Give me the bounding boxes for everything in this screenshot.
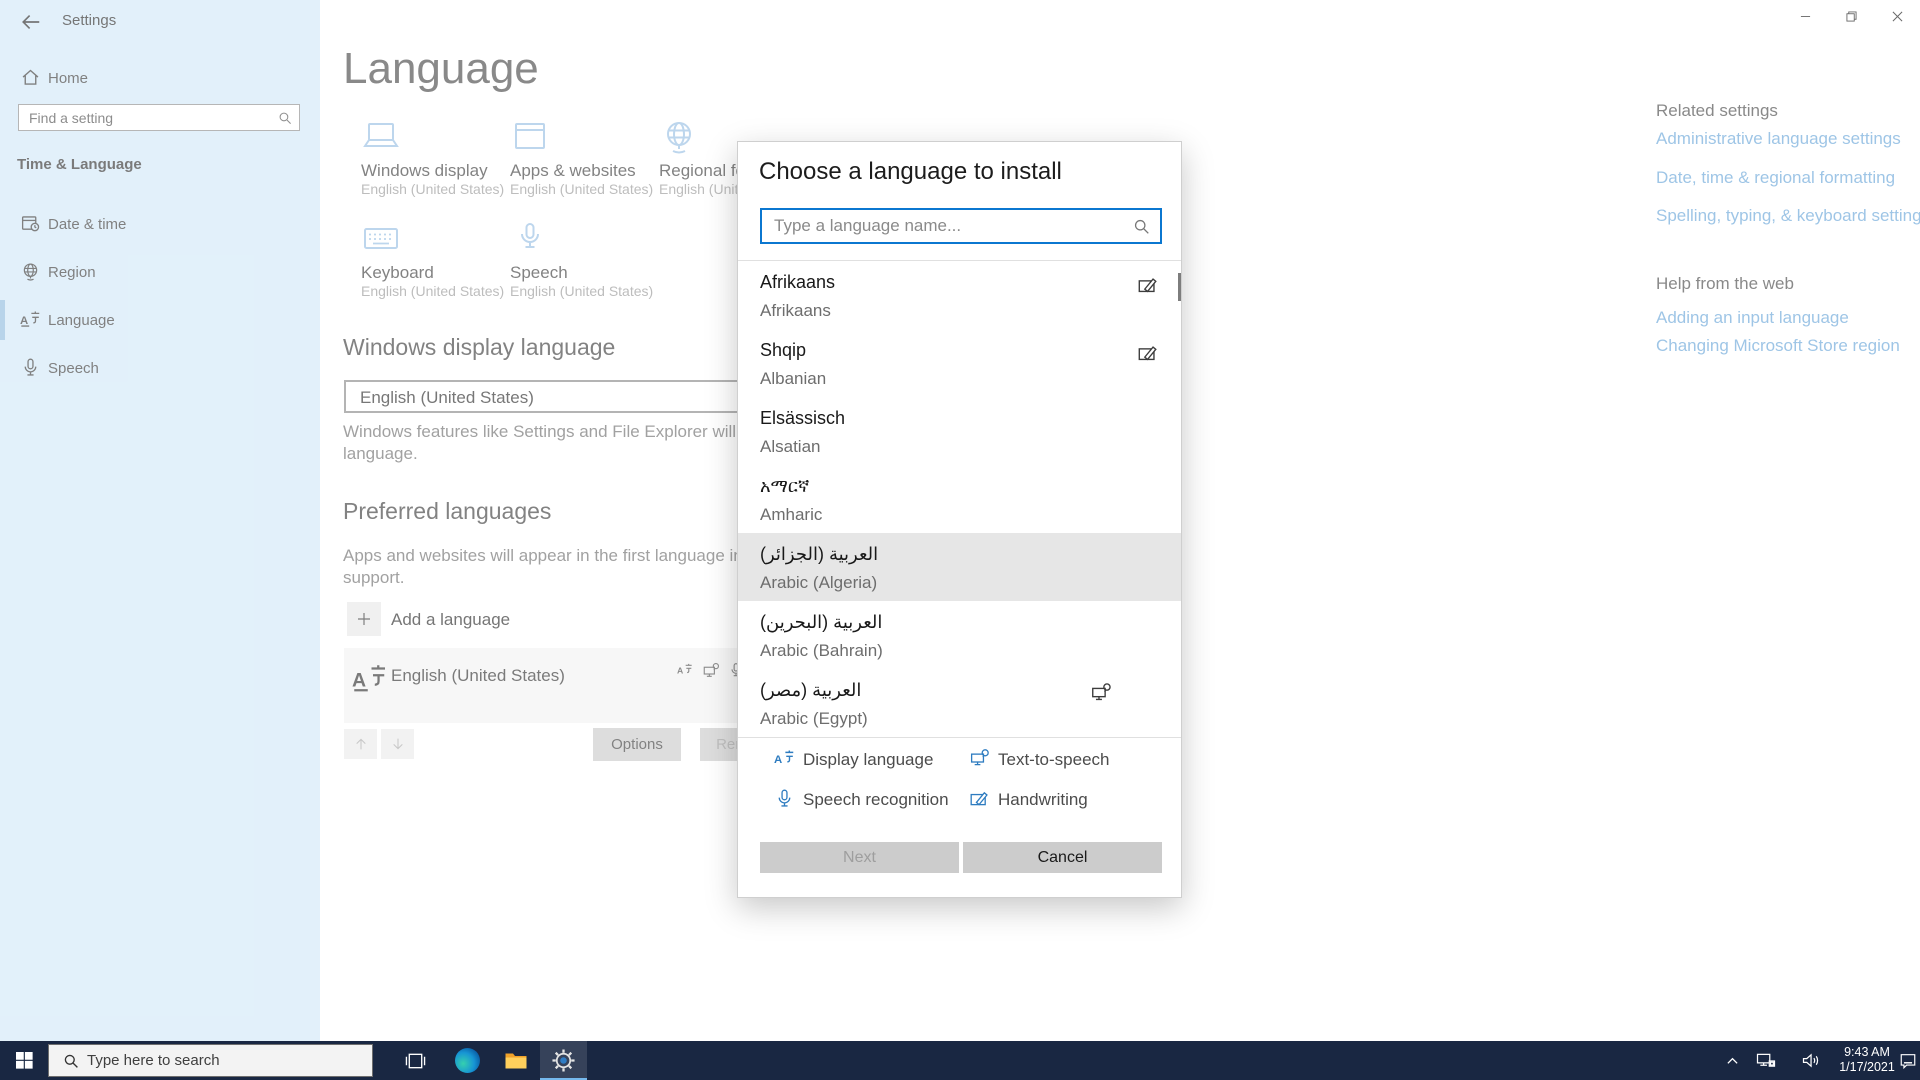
language-native-name: العربية (مصر) — [760, 680, 862, 700]
clock-date: 1/17/2021 — [1839, 1060, 1895, 1074]
language-english-name: Afrikaans — [760, 301, 831, 320]
language-option-afrikaans[interactable]: Afrikaans Afrikaans — [738, 261, 1181, 329]
list-scrollbar[interactable] — [1178, 273, 1181, 301]
edge-button[interactable] — [444, 1041, 491, 1080]
handwriting-icon — [1137, 274, 1159, 296]
legend-label: Display language — [803, 750, 934, 769]
task-view-icon — [405, 1053, 426, 1068]
language-english-name: Albanian — [760, 369, 827, 388]
search-icon — [1133, 218, 1150, 235]
settings-app-button[interactable] — [540, 1041, 587, 1080]
file-explorer-button[interactable] — [492, 1041, 539, 1080]
clock-time: 9:43 AM — [1844, 1045, 1890, 1059]
language-native-name: العربية (البحرين) — [760, 612, 883, 632]
language-native-name: አማርኛ — [760, 476, 810, 496]
handwriting-icon — [1137, 342, 1159, 364]
language-native-name: العربية (الجزائر) — [760, 544, 879, 564]
cancel-button[interactable]: Cancel — [963, 842, 1162, 873]
language-list: Afrikaans Afrikaans Shqip Albanian Elsäs… — [738, 260, 1181, 738]
network-button[interactable] — [1755, 1041, 1777, 1080]
language-english-name: Arabic (Algeria) — [760, 573, 878, 592]
dialog-title: Choose a language to install — [759, 158, 1062, 185]
legend-label: Speech recognition — [803, 790, 949, 809]
taskbar-searchbox[interactable] — [48, 1044, 373, 1077]
edge-icon — [455, 1048, 480, 1073]
network-icon — [1756, 1053, 1776, 1067]
language-english-name: Amharic — [760, 505, 823, 524]
action-center-icon — [1900, 1053, 1916, 1069]
language-english-name: Alsatian — [760, 437, 821, 456]
handwriting-icon — [969, 788, 990, 809]
dialog-searchbox[interactable] — [760, 208, 1162, 244]
tray-chevron-icon — [1727, 1057, 1738, 1064]
svg-text:A: A — [774, 754, 782, 766]
legend-label: Handwriting — [998, 790, 1088, 809]
start-button[interactable] — [0, 1041, 48, 1080]
file-explorer-icon — [505, 1053, 526, 1068]
language-search-input[interactable] — [762, 210, 1160, 242]
text-to-speech-icon — [1090, 682, 1112, 704]
next-button[interactable]: Next — [760, 842, 959, 873]
choose-language-dialog: Choose a language to install Afrikaans A… — [737, 141, 1182, 898]
taskbar: The Collection Book — [0, 1041, 1920, 1080]
language-native-name: Afrikaans — [760, 272, 836, 292]
language-native-name: Shqip — [760, 340, 807, 360]
tray-chevron-button[interactable] — [1726, 1041, 1739, 1080]
language-english-name: Arabic (Egypt) — [760, 709, 868, 728]
start-icon — [15, 1052, 33, 1069]
settings-gear-icon — [552, 1049, 575, 1072]
language-native-name: Elsässisch — [760, 408, 846, 428]
language-option-shqip[interactable]: Shqip Albanian — [738, 329, 1181, 397]
action-center-button[interactable] — [1899, 1041, 1917, 1080]
language-option-elsassisch[interactable]: Elsässisch Alsatian — [738, 397, 1181, 465]
language-option-amharic[interactable]: አማርኛ Amharic — [738, 465, 1181, 533]
task-view-button[interactable] — [392, 1041, 439, 1080]
legend-label: Text-to-speech — [998, 750, 1110, 769]
taskbar-clock[interactable]: 9:43 AM 1/17/2021 — [1836, 1045, 1898, 1076]
volume-button[interactable] — [1801, 1041, 1823, 1080]
windows-settings-screen: Settings Home Time & Language Date & tim… — [0, 0, 1920, 1080]
volume-icon — [1802, 1053, 1819, 1068]
taskbar-search-input[interactable] — [87, 1045, 367, 1076]
search-icon — [63, 1053, 79, 1069]
language-option-arabic-bahrain[interactable]: العربية (البحرين) Arabic (Bahrain) — [738, 601, 1181, 669]
language-option-arabic-algeria[interactable]: العربية (الجزائر) Arabic (Algeria) — [738, 533, 1181, 601]
language-english-name: Arabic (Bahrain) — [760, 641, 883, 660]
speech-recognition-icon — [774, 788, 795, 809]
language-option-arabic-egypt[interactable]: العربية (مصر) Arabic (Egypt) — [738, 669, 1181, 737]
text-to-speech-icon — [969, 748, 990, 769]
display-language-icon: A — [774, 748, 795, 769]
